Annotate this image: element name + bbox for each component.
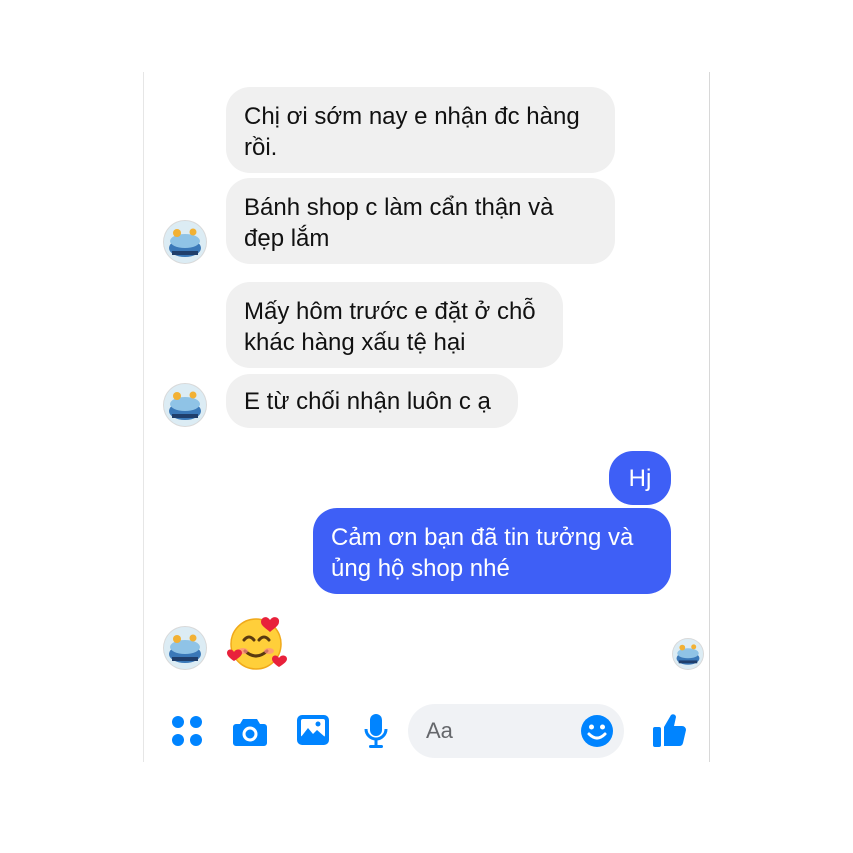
avatar-cake-image	[164, 384, 206, 426]
avatar-cake-image	[164, 221, 206, 263]
message-input[interactable]: Aa	[408, 704, 624, 758]
incoming-message[interactable]: Mấy hôm trước e đặt ở chỗ khác hàng xấu …	[226, 282, 563, 368]
microphone-icon[interactable]	[363, 713, 389, 749]
incoming-message[interactable]: E từ chối nhận luôn c ạ	[226, 374, 518, 428]
more-apps-icon[interactable]	[171, 715, 203, 747]
message-line: ủng hộ shop nhé	[331, 555, 510, 582]
seen-receipt-avatar	[673, 639, 703, 669]
message-line: rồi.	[244, 134, 278, 161]
smiling-face-with-hearts-icon[interactable]	[226, 612, 290, 677]
message-line: khác hàng xấu tệ hại	[244, 329, 466, 356]
contact-avatar[interactable]	[164, 221, 206, 263]
message-line: E từ chối nhận luôn c ạ	[244, 388, 491, 415]
camera-icon[interactable]	[232, 715, 268, 747]
avatar-cake-image	[164, 627, 206, 669]
contact-avatar[interactable]	[164, 627, 206, 669]
image-icon[interactable]	[296, 714, 330, 746]
message-line: Cảm ơn bạn đã tin tưởng và	[331, 524, 634, 551]
message-line: Mấy hôm trước e đặt ở chỗ	[244, 298, 536, 325]
message-line: Hj	[628, 465, 652, 492]
message-input-placeholder: Aa	[426, 718, 453, 743]
incoming-message[interactable]: Chị ơi sớm nay e nhận đc hàng rồi.	[226, 87, 615, 173]
frame-left-edge	[143, 72, 144, 762]
avatar-cake-image	[673, 639, 703, 669]
contact-avatar[interactable]	[164, 384, 206, 426]
emoji-icon[interactable]	[580, 714, 614, 748]
incoming-message[interactable]: Bánh shop c làm cẩn thận và đẹp lắm	[226, 178, 615, 264]
message-line: Bánh shop c làm cẩn thận và	[244, 194, 554, 221]
message-line: đẹp lắm	[244, 225, 330, 252]
outgoing-message[interactable]: Cảm ơn bạn đã tin tưởng và ủng hộ shop n…	[313, 508, 671, 594]
outgoing-message[interactable]: Hj	[609, 451, 671, 505]
message-line: Chị ơi sớm nay e nhận đc hàng	[244, 103, 580, 130]
thumbs-up-icon[interactable]	[652, 712, 686, 748]
frame-right-edge	[709, 72, 710, 762]
